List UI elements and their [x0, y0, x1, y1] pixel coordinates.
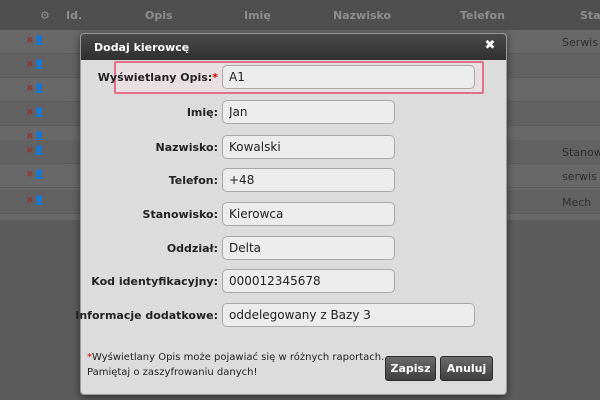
- id-code-input[interactable]: [222, 269, 395, 293]
- footnote-line-1: Wyświetlany Opis może pojawiać się w róż…: [92, 352, 385, 363]
- position-label: Stanowisko:: [142, 208, 218, 221]
- delete-user-icon[interactable]: ✖👤: [26, 36, 45, 46]
- last-name-label: Nazwisko:: [155, 141, 219, 154]
- phone-input[interactable]: [222, 168, 395, 192]
- footnote-line-2: Pamiętaj o zaszyfrowaniu danych!: [87, 367, 258, 378]
- column-header-id: Id.: [66, 9, 83, 22]
- delete-user-icon[interactable]: ✖👤: [26, 196, 45, 206]
- column-header-nazwisko: Nazwisko: [333, 9, 392, 22]
- additional-info-row: Informacje dodatkowe:: [75, 303, 506, 329]
- first-name-input[interactable]: [222, 100, 395, 124]
- phone-label: Telefon:: [168, 174, 218, 187]
- settings-icon: ⚙: [40, 9, 50, 22]
- branch-label: Oddział:: [166, 242, 218, 255]
- id-code-label: Kod identyfikacyjny:: [91, 275, 218, 288]
- add-driver-dialog: Dodaj kierowcę ✖ Wyświetlany Opis:* Imię…: [75, 33, 507, 395]
- column-header-stanowisko: Sta: [580, 9, 600, 22]
- dialog-title: Dodaj kierowcę: [94, 41, 190, 54]
- position-input[interactable]: [222, 202, 395, 226]
- save-button[interactable]: Zapisz: [385, 356, 436, 381]
- delete-user-icon[interactable]: ✖👤: [26, 60, 45, 70]
- display-description-label: Wyświetlany Opis:*: [97, 71, 218, 84]
- delete-user-icon[interactable]: ✖👤: [26, 108, 45, 118]
- last-name-input[interactable]: [222, 135, 395, 159]
- background-table-header: ⚙ Id. Opis Imię Nazwisko Telefon Sta: [0, 0, 600, 30]
- dialog-header: Dodaj kierowcę ✖: [81, 34, 506, 60]
- display-description-row: Wyświetlany Opis:*: [81, 65, 506, 91]
- delete-user-icon[interactable]: ✖👤: [26, 84, 45, 94]
- id-code-row: Kod identyfikacyjny:: [81, 269, 506, 295]
- close-icon[interactable]: ✖: [484, 39, 496, 53]
- delete-user-icon[interactable]: ✖👤: [26, 170, 45, 180]
- branch-row: Oddział:: [81, 236, 506, 262]
- additional-info-input[interactable]: [222, 303, 475, 327]
- display-description-input[interactable]: [222, 65, 475, 89]
- first-name-row: Imię:: [81, 100, 506, 126]
- additional-info-label: Informacje dodatkowe:: [75, 309, 218, 322]
- first-name-label: Imię:: [186, 106, 218, 119]
- branch-input[interactable]: [222, 236, 395, 260]
- delete-user-icon[interactable]: ✖👤: [26, 146, 45, 156]
- phone-row: Telefon:: [81, 168, 506, 194]
- column-header-imie: Imię: [244, 9, 271, 22]
- last-name-row: Nazwisko:: [81, 135, 506, 161]
- required-mark: *: [212, 71, 218, 84]
- cancel-button[interactable]: Anuluj: [440, 356, 493, 381]
- column-header-telefon: Telefon: [460, 9, 505, 22]
- footnote: *Wyświetlany Opis może pojawiać się w ró…: [87, 350, 384, 380]
- position-row: Stanowisko:: [81, 202, 506, 228]
- column-header-opis: Opis: [145, 9, 173, 22]
